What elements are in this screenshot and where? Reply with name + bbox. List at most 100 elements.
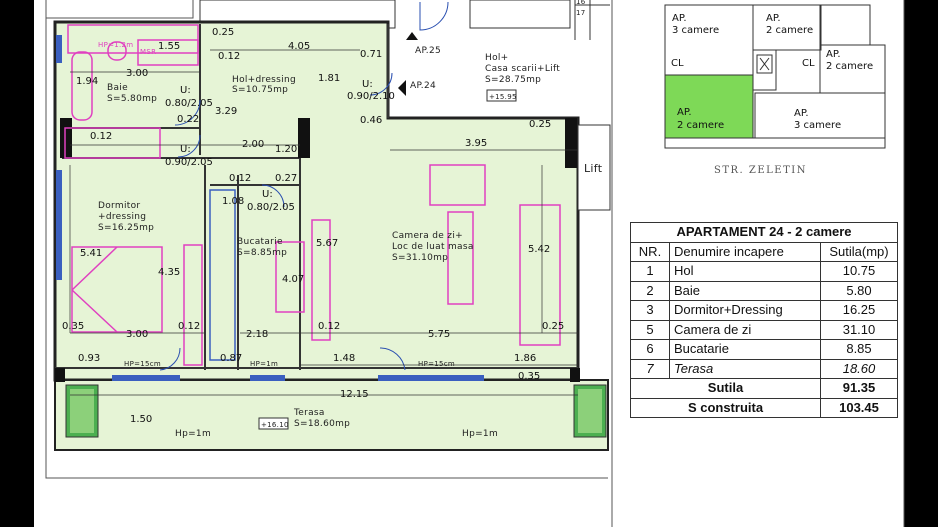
room-bucatarie-area: S=8.85mp — [237, 248, 287, 258]
dim-1-08: 1.08 — [222, 196, 244, 207]
dim-0-12-dorm: 0.12 — [90, 131, 112, 142]
area-legend-table: APARTAMENT 24 - 2 camere NR. Denumire in… — [630, 222, 898, 418]
kp-cl2: CL — [802, 58, 815, 69]
dim-5-67: 5.67 — [316, 238, 338, 249]
legend-room: Baie — [669, 280, 821, 301]
dim-0-25-camera: 0.25 — [529, 119, 551, 130]
label-ap25: AP.25 — [415, 46, 441, 56]
room-dormitor-name: Dormitor — [98, 201, 140, 211]
dim-4-05: 4.05 — [288, 41, 310, 52]
room-dormitor-area: S=16.25mp — [98, 223, 154, 233]
dim-1-55: 1.55 — [158, 41, 180, 52]
room-hol-name: Hol+dressing — [232, 75, 296, 85]
legend-row: 6 Bucatarie 8.85 — [630, 339, 898, 360]
dim-0-35-left: 0.35 — [62, 321, 84, 332]
dim-0-12-bot2: 0.12 — [318, 321, 340, 332]
room-bucatarie-name: Bucatarie — [237, 237, 283, 247]
legend-area: 31.10 — [820, 319, 898, 340]
dim-5-42: 5.42 — [528, 244, 550, 255]
dim-1-86: 1.86 — [514, 353, 536, 364]
door-2-size: 0.90/2.05 — [165, 157, 213, 168]
kp-ap3-l1: AP. — [826, 49, 841, 60]
legend-room: Bucatarie — [669, 339, 821, 360]
legend-row: 7 Terasa 18.60 — [630, 358, 898, 379]
door-1-size: 0.80/2.05 — [165, 98, 213, 109]
dim-5-75: 5.75 — [428, 329, 450, 340]
legend-nr: 1 — [630, 261, 670, 282]
door-2-label: U: — [180, 144, 191, 155]
dim-4-07: 4.07 — [282, 274, 304, 285]
room-baie-area: S=5.80mp — [107, 94, 157, 104]
legend-row: 2 Baie 5.80 — [630, 280, 898, 301]
kp-cl1: CL — [671, 58, 684, 69]
level-terasa: +16.10 — [261, 421, 289, 429]
dim-0-87: 0.87 — [220, 353, 242, 364]
kp-ap5-l1: AP. — [794, 108, 809, 119]
kp-ap1-l2: 3 camere — [672, 25, 719, 36]
legend-header-nr: NR. — [630, 241, 670, 262]
legend-nr: 3 — [630, 300, 670, 321]
dim-1-20: 1.20 — [275, 144, 297, 155]
legend-area: 5.80 — [820, 280, 898, 301]
legend-room: Terasa — [669, 358, 821, 379]
kp-ap2-l1: AP. — [766, 13, 781, 24]
room-camera-sub: Loc de luat masa — [392, 242, 474, 252]
dim-1-81: 1.81 — [318, 73, 340, 84]
kp-ap5-l2: 3 camere — [794, 120, 841, 131]
legend-area: 8.85 — [820, 339, 898, 360]
legend-room: Camera de zi — [669, 319, 821, 340]
dim-12-15: 12.15 — [340, 389, 369, 400]
room-baie-name: Baie — [107, 83, 128, 93]
kp-ap4-l1: AP. — [677, 107, 692, 118]
kp-street: STR. ZELETIN — [714, 165, 807, 176]
dim-3-00-baie: 3.00 — [126, 68, 148, 79]
kp-ap3-l2: 2 camere — [826, 61, 873, 72]
legend-room: Hol — [669, 261, 821, 282]
room-terasa-name: Terasa — [293, 408, 325, 418]
dim-0-46: 0.46 — [360, 115, 382, 126]
label-16: 16 — [576, 0, 586, 6]
kp-ap2-l2: 2 camere — [766, 25, 813, 36]
label-hp1: Hp=1m — [175, 429, 211, 439]
label-hp-baie: HP=1.2m — [98, 41, 133, 49]
dim-0-35-right: 0.35 — [518, 371, 540, 382]
dim-0-12-bot1: 0.12 — [178, 321, 200, 332]
apartment-floor — [53, 20, 611, 451]
kp-ap1-l1: AP. — [672, 13, 687, 24]
floor-plan-page: { "rooms": { "hol": {"name":"Hol+dressin… — [0, 0, 938, 527]
door-3-label: U: — [262, 189, 273, 200]
label-hp2: Hp=1m — [462, 429, 498, 439]
dim-4-35: 4.35 — [158, 267, 180, 278]
legend-row: 3 Dormitor+Dressing 16.25 — [630, 300, 898, 321]
label-17: 17 — [576, 9, 586, 17]
dim-0-12-hol: 0.12 — [218, 51, 240, 62]
legend-area: 18.60 — [820, 358, 898, 379]
legend-header-area: Sutila(mp) — [820, 241, 898, 262]
door-4-label: U: — [362, 79, 373, 90]
level-hol: +15.95 — [489, 93, 517, 101]
dim-1-94: 1.94 — [76, 76, 98, 87]
dim-5-41: 5.41 — [80, 248, 102, 259]
dim-1-48: 1.48 — [333, 353, 355, 364]
door-1-label: U: — [180, 85, 191, 96]
label-hp-window3: HP=15cm — [418, 360, 455, 368]
legend-construita-label: S construita — [630, 397, 821, 418]
room-casa-scarii-name: Hol+ — [485, 53, 509, 63]
dim-3-00-dorm: 3.00 — [126, 329, 148, 340]
label-lift: Lift — [584, 162, 603, 175]
dim-0-71: 0.71 — [360, 49, 382, 60]
legend-nr: 5 — [630, 319, 670, 340]
label-hp-window2: HP=1m — [250, 360, 278, 368]
label-ap24: AP.24 — [410, 81, 436, 91]
room-casa-scarii-area: S=28.75mp — [485, 75, 541, 85]
dim-0-12-buc: 0.12 — [229, 173, 251, 184]
dim-0-25-top: 0.25 — [212, 27, 234, 38]
kp-ap4-l2: 2 camere — [677, 120, 724, 131]
legend-construita-value: 103.45 — [820, 397, 898, 418]
room-casa-scarii-sub: Casa scarii+Lift — [485, 64, 560, 74]
legend-nr: 7 — [630, 358, 670, 379]
door-4-size: 0.90/2.10 — [347, 91, 395, 102]
label-msr: MSR — [140, 48, 156, 56]
legend-nr: 6 — [630, 339, 670, 360]
legend-nr: 2 — [630, 280, 670, 301]
